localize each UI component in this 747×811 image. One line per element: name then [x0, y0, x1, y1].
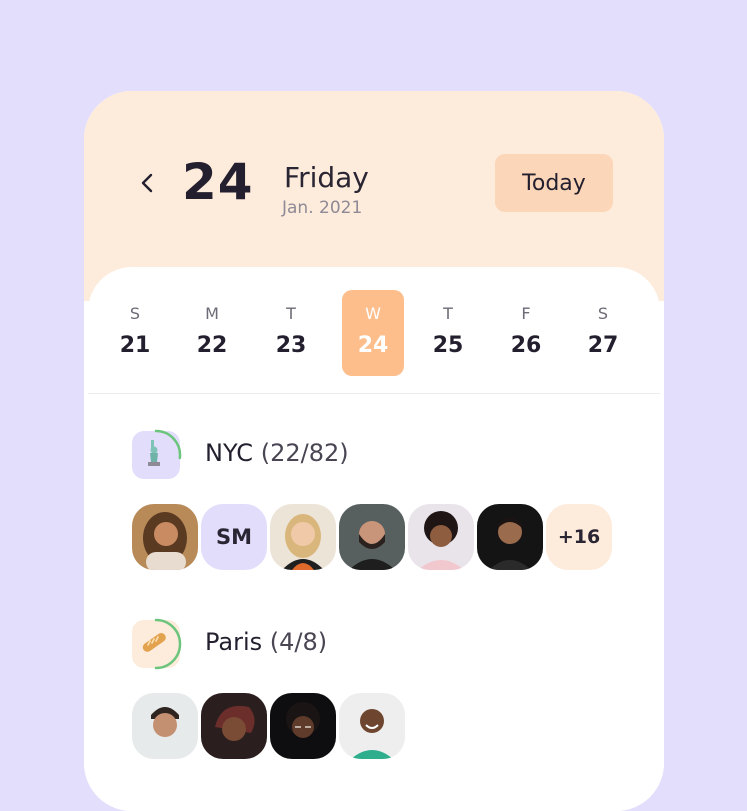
avatar-photo	[477, 504, 543, 570]
nyc-group-icon	[132, 429, 182, 479]
avatar-photo	[132, 693, 198, 759]
day-number: 23	[275, 333, 307, 358]
paris-avatar-2[interactable]	[201, 693, 267, 759]
avatar-photo	[201, 693, 267, 759]
baguette-icon	[142, 633, 166, 652]
day-cell-mon[interactable]: M 22	[181, 290, 243, 376]
group-name: NYC	[205, 439, 254, 467]
chevron-left-icon	[141, 173, 153, 193]
day-number: 21	[119, 333, 151, 358]
day-letter: W	[365, 304, 381, 323]
group-count: (4/8)	[269, 628, 328, 656]
divider	[88, 393, 660, 394]
day-cell-tue[interactable]: T 23	[260, 290, 322, 376]
day-number: 25	[432, 333, 464, 358]
more-attendees-badge[interactable]: +16	[546, 504, 612, 570]
day-letter: S	[129, 304, 141, 323]
avatar-3[interactable]	[270, 504, 336, 570]
paris-group-title[interactable]: Paris (4/8)	[205, 628, 327, 656]
day-number: 27	[587, 333, 619, 358]
day-letter: M	[205, 304, 219, 323]
avatar-photo	[339, 504, 405, 570]
day-number: 26	[510, 333, 542, 358]
week-strip: S 21 M 22 T 23 W 24 T 25 F 26 S 27	[84, 290, 664, 380]
avatar-photo	[408, 504, 474, 570]
day-letter: T	[286, 304, 296, 323]
day-cell-wed-selected[interactable]: W 24	[342, 290, 404, 376]
group-name: Paris	[205, 628, 263, 656]
day-letter: T	[443, 304, 453, 323]
paris-avatar-1[interactable]	[132, 693, 198, 759]
group-count: (22/82)	[260, 439, 349, 467]
selected-day-number: 24	[182, 153, 254, 211]
day-number: 22	[196, 333, 228, 358]
avatar-photo	[132, 504, 198, 570]
avatar-photo	[270, 504, 336, 570]
back-button[interactable]	[136, 171, 160, 195]
day-letter: F	[521, 304, 531, 323]
day-number: 24	[357, 333, 389, 358]
avatar-photo	[270, 693, 336, 759]
day-cell-sat[interactable]: S 27	[572, 290, 634, 376]
paris-group-icon	[132, 618, 182, 670]
day-cell-thu[interactable]: T 25	[417, 290, 479, 376]
avatar-5[interactable]	[408, 504, 474, 570]
avatar-6[interactable]	[477, 504, 543, 570]
nyc-group-title[interactable]: NYC (22/82)	[205, 439, 349, 467]
avatar-photo	[339, 693, 405, 759]
today-button[interactable]: Today	[495, 154, 613, 212]
selected-weekday: Friday	[284, 161, 369, 194]
day-letter: S	[597, 304, 609, 323]
paris-avatar-4[interactable]	[339, 693, 405, 759]
avatar-4[interactable]	[339, 504, 405, 570]
avatar-1[interactable]	[132, 504, 198, 570]
day-cell-sun[interactable]: S 21	[104, 290, 166, 376]
paris-avatar-3[interactable]	[270, 693, 336, 759]
avatar-initials[interactable]: SM	[201, 504, 267, 570]
month-year-label: Jan. 2021	[282, 198, 363, 218]
day-cell-fri[interactable]: F 26	[495, 290, 557, 376]
calendar-phone-frame: 24 Friday Jan. 2021 Today S 21 M 22 T 23…	[84, 91, 664, 811]
statue-of-liberty-icon	[148, 440, 160, 466]
